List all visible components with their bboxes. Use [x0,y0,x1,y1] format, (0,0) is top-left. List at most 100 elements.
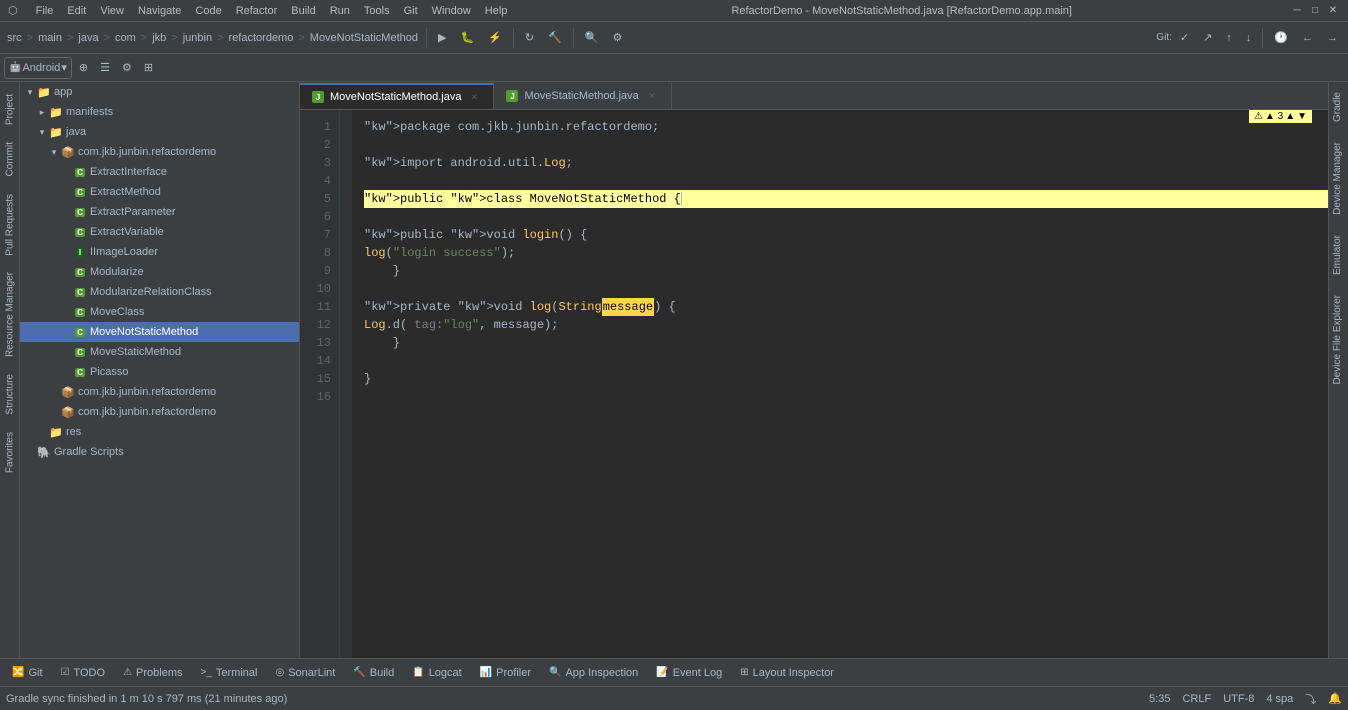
menu-view[interactable]: View [94,4,130,18]
code-line-5[interactable]: "kw">public "kw">class MoveNotStaticMeth… [364,190,1328,208]
nav-list-button[interactable]: ☰ [95,57,115,79]
warning-badge[interactable]: ⚠ ▲ 3 ▲ ▼ [1249,110,1312,123]
bottom-tab-git[interactable]: 🔀Git [4,661,51,685]
left-panel-favorites[interactable]: Favorites [0,424,20,481]
right-panel-gradle[interactable]: Gradle [1329,82,1348,132]
tree-item-pkg3[interactable]: 📦com.jkb.junbin.refactordemo [20,402,299,422]
code-line-3[interactable]: "kw">import android.util.Log; [364,154,1328,172]
status-position[interactable]: 5:35 [1149,693,1170,705]
bottom-tab-appinspection[interactable]: 🔍App Inspection [541,661,646,685]
editor-content[interactable]: ⚠ ▲ 3 ▲ ▼ 12345678910111213141516 "kw">p… [300,110,1328,658]
breadcrumb-item-java[interactable]: java [75,30,101,46]
code-line-8[interactable]: log("login success"); [364,244,1328,262]
nav-sync-button[interactable]: ⊕ [74,57,93,79]
right-panel-emulator[interactable]: Emulator [1329,225,1348,285]
menu-navigate[interactable]: Navigate [132,4,187,18]
bottom-tab-terminal[interactable]: >_Terminal [193,661,266,685]
nav-gear-button[interactable]: ⊞ [139,57,158,79]
tree-item-IImageLoader[interactable]: IIImageLoader [20,242,299,262]
menu-help[interactable]: Help [479,4,514,18]
build-project-button[interactable]: 🔨 [542,26,568,50]
history-button[interactable]: 🕐 [1268,26,1294,50]
menu-code[interactable]: Code [189,4,227,18]
bottom-tab-problems[interactable]: ⚠Problems [115,661,190,685]
code-line-10[interactable] [364,280,1328,298]
breadcrumb-item-src[interactable]: src [4,30,25,46]
tree-item-java[interactable]: ▾📁java [20,122,299,142]
android-dropdown[interactable]: 🤖 Android ▾ [4,57,72,79]
git-push-button[interactable]: ↑ [1220,26,1238,50]
code-line-15[interactable]: } [364,370,1328,388]
status-encoding[interactable]: UTF-8 [1223,693,1254,705]
editor-tab-tab1[interactable]: JMoveNotStaticMethod.java× [300,83,494,109]
left-panel-project[interactable]: Project [0,86,20,133]
maximize-button[interactable]: □ [1308,4,1322,18]
tree-item-MoveStaticMethod[interactable]: CMoveStaticMethod [20,342,299,362]
menu-build[interactable]: Build [285,4,321,18]
code-line-7[interactable]: "kw">public "kw">void login() { [364,226,1328,244]
left-panel-resource-manager[interactable]: Resource Manager [0,264,20,365]
tab-close-tab2[interactable]: × [645,89,659,103]
tree-item-app[interactable]: ▾📁app [20,82,299,102]
tree-item-manifests[interactable]: ▸📁manifests [20,102,299,122]
bottom-tab-layoutinspector[interactable]: ⊞Layout Inspector [732,661,842,685]
left-panel-structure[interactable]: Structure [0,366,20,423]
code-line-4[interactable] [364,172,1328,190]
breadcrumb-item-junbin[interactable]: junbin [180,30,215,46]
bottom-tab-profiler[interactable]: 📊Profiler [472,661,539,685]
code-line-12[interactable]: Log.d( tag: "log", message); [364,316,1328,334]
menu-window[interactable]: Window [426,4,477,18]
breadcrumb-item-refactordemo[interactable]: refactordemo [226,30,297,46]
tree-item-MoveNotStaticMethod[interactable]: CMoveNotStaticMethod [20,322,299,342]
tree-item-ExtractInterface[interactable]: CExtractInterface [20,162,299,182]
bottom-tab-sonarlint[interactable]: ◎SonarLint [267,661,343,685]
tree-item-gradle[interactable]: 🐘Gradle Scripts [20,442,299,462]
tree-item-Picasso[interactable]: CPicasso [20,362,299,382]
notification-icon[interactable]: 🔔 [1328,692,1342,705]
breadcrumb-item-com[interactable]: com [112,30,139,46]
code-line-13[interactable]: } [364,334,1328,352]
editor-tab-tab2[interactable]: JMoveStaticMethod.java× [494,83,671,109]
tree-item-res[interactable]: 📁res [20,422,299,442]
git-check-button[interactable]: ✓ [1174,26,1195,50]
git-branch-icon[interactable]: ⤵ [1305,691,1316,707]
code-line-1[interactable]: "kw">package com.jkb.junbin.refactordemo… [364,118,1328,136]
code-line-9[interactable]: } [364,262,1328,280]
tree-item-pkg_main[interactable]: ▾📦com.jkb.junbin.refactordemo [20,142,299,162]
menu-git[interactable]: Git [398,4,424,18]
forward-button[interactable]: → [1321,26,1344,50]
tree-item-ExtractVariable[interactable]: CExtractVariable [20,222,299,242]
tab-close-tab1[interactable]: × [467,90,481,104]
search-everywhere-button[interactable]: 🔍 [579,26,605,50]
code-line-2[interactable] [364,136,1328,154]
tree-item-pkg2[interactable]: 📦com.jkb.junbin.refactordemo [20,382,299,402]
tree-item-ExtractMethod[interactable]: CExtractMethod [20,182,299,202]
bottom-tab-todo[interactable]: ☑TODO [53,661,114,685]
right-panel-device-manager[interactable]: Device Manager [1329,132,1348,225]
nav-settings-button[interactable]: ⚙ [117,57,137,79]
menu-edit[interactable]: Edit [61,4,92,18]
left-panel-commit[interactable]: Commit [0,134,20,184]
left-panel-pull-requests[interactable]: Pull Requests [0,186,20,264]
debug-button[interactable]: 🐛 [454,26,480,50]
right-panel-device-file-explorer[interactable]: Device File Explorer [1329,285,1348,394]
breadcrumb-active-file[interactable]: MoveNotStaticMethod [307,30,421,46]
run-button[interactable]: ▶ [432,26,452,50]
git-merge-button[interactable]: ↗ [1197,26,1218,50]
status-line-separator[interactable]: CRLF [1182,693,1211,705]
attach-button[interactable]: ⚡ [482,26,508,50]
menu-tools[interactable]: Tools [358,4,396,18]
git-pull-button[interactable]: ↓ [1240,26,1258,50]
settings-button[interactable]: ⚙ [607,26,629,50]
code-line-14[interactable] [364,352,1328,370]
minimize-button[interactable]: ─ [1290,4,1304,18]
code-line-16[interactable] [364,388,1328,406]
tree-item-MoveClass[interactable]: CMoveClass [20,302,299,322]
close-button[interactable]: ✕ [1326,4,1340,18]
code-line-11[interactable]: "kw">private "kw">void log(String messag… [364,298,1328,316]
menu-file[interactable]: File [30,4,60,18]
bottom-tab-build[interactable]: 🔨Build [345,661,402,685]
tree-item-ExtractParameter[interactable]: CExtractParameter [20,202,299,222]
bottom-tab-logcat[interactable]: 📋Logcat [404,661,469,685]
bottom-tab-eventlog[interactable]: 📝Event Log [648,661,730,685]
